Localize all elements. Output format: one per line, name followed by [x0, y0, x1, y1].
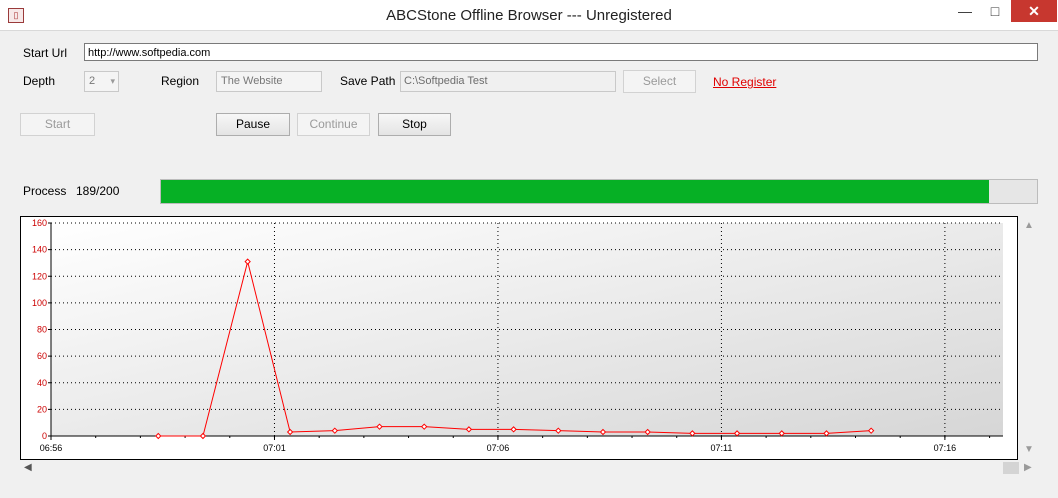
x-tick-label: 07:16 — [934, 443, 957, 453]
y-tick-label: 160 — [32, 218, 47, 228]
title-bar: ▯ ABCStone Offline Browser --- Unregiste… — [0, 0, 1058, 31]
chart-svg: 0 20 40 60 80 100 120 140 160 06:56 07:01 07:06 07:1… — [32, 218, 1003, 453]
process-count: 189/200 — [76, 184, 120, 198]
y-tick-label: 20 — [37, 404, 47, 414]
y-tick-label: 40 — [37, 378, 47, 388]
continue-button[interactable]: Continue — [297, 113, 370, 136]
vertical-scrollbar[interactable]: ▲ ▼ — [1020, 216, 1038, 460]
save-path-input[interactable]: C:\Softpedia Test — [400, 71, 616, 92]
stop-button[interactable]: Stop — [378, 113, 451, 136]
save-path-label: Save Path — [340, 74, 396, 88]
chevron-down-icon: ▾ — [110, 76, 115, 86]
y-tick-label: 100 — [32, 298, 47, 308]
window-title: ABCStone Offline Browser --- Unregistere… — [386, 7, 672, 24]
pause-button[interactable]: Pause — [216, 113, 290, 136]
select-button[interactable]: Select — [623, 70, 696, 93]
scroll-up-icon[interactable]: ▲ — [1024, 220, 1034, 231]
depth-value: 2 — [89, 75, 96, 87]
depth-label: Depth — [23, 74, 56, 88]
y-tick-label: 80 — [37, 325, 47, 335]
scroll-thumb[interactable] — [1003, 462, 1019, 474]
start-url-label: Start Url — [23, 46, 68, 60]
start-button[interactable]: Start — [20, 113, 95, 136]
y-tick-label: 60 — [37, 351, 47, 361]
maximize-button[interactable]: □ — [980, 0, 1010, 22]
x-tick-label: 07:01 — [263, 443, 286, 453]
x-tick-label: 07:11 — [710, 443, 732, 453]
region-value: The Website — [221, 75, 283, 87]
horizontal-scrollbar[interactable]: ◀ ▶ — [20, 460, 1038, 476]
region-select[interactable]: The Website — [216, 71, 322, 92]
y-tick-label: 0 — [42, 431, 47, 441]
scroll-right-icon[interactable]: ▶ — [1024, 462, 1032, 473]
y-tick-label: 120 — [32, 271, 47, 281]
process-label: Process — [23, 184, 67, 198]
process-progress-bar — [160, 179, 1038, 204]
y-tick-label: 140 — [32, 245, 47, 255]
depth-select[interactable]: 2 ▾ — [84, 71, 119, 92]
minimize-button[interactable]: — — [950, 0, 980, 22]
no-register-link[interactable]: No Register — [713, 75, 776, 89]
x-tick-label: 07:06 — [487, 443, 510, 453]
progress-fill — [161, 180, 989, 203]
close-button[interactable]: ✕ — [1011, 0, 1057, 22]
scroll-left-icon[interactable]: ◀ — [24, 462, 32, 473]
region-label: Region — [161, 74, 200, 88]
download-chart: 0 20 40 60 80 100 120 140 160 06:56 07:01 07:06 07:1… — [20, 216, 1018, 460]
start-url-input[interactable]: http://www.softpedia.com — [84, 43, 1038, 61]
x-tick-label: 06:56 — [40, 443, 63, 453]
scroll-down-icon[interactable]: ▼ — [1024, 444, 1034, 455]
